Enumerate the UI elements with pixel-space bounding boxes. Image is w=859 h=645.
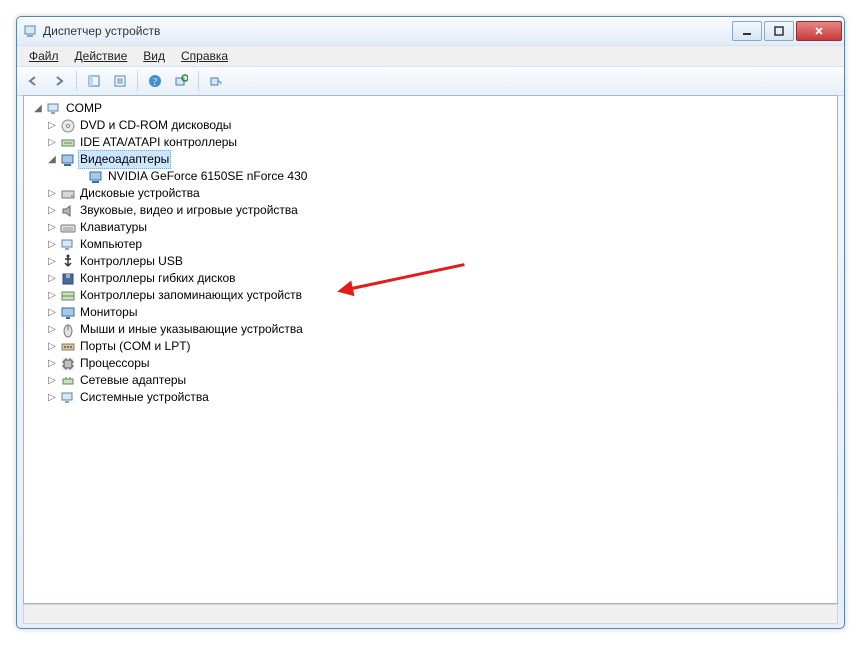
expand-icon[interactable]: ▷ [46, 253, 58, 270]
tree-item[interactable]: ▷ Порты (COM и LPT) [46, 338, 835, 355]
tree-item[interactable]: ▷ Дисковые устройства [46, 185, 835, 202]
tree-root[interactable]: ◢ COMP [32, 100, 835, 117]
expand-icon[interactable]: ▷ [46, 270, 58, 287]
back-button[interactable] [21, 69, 45, 93]
tree-item-label: Системные устройства [78, 389, 211, 406]
computer-icon [46, 101, 62, 117]
expand-icon[interactable]: ▷ [46, 236, 58, 253]
expand-icon[interactable]: ▷ [46, 321, 58, 338]
sound-icon [60, 203, 76, 219]
tree-item-label: Звуковые, видео и игровые устройства [78, 202, 300, 219]
expand-icon[interactable]: ▷ [46, 338, 58, 355]
expand-icon[interactable]: ▷ [46, 287, 58, 304]
port-icon [60, 339, 76, 355]
svg-text:?: ? [153, 77, 158, 88]
tree-item[interactable]: ▷ Контроллеры USB [46, 253, 835, 270]
menubar: Файл Действие Вид Справка [17, 45, 844, 67]
tree-item[interactable]: ▷ Контроллеры гибких дисков [46, 270, 835, 287]
tree-root-label: COMP [64, 100, 104, 117]
disc-icon [60, 118, 76, 134]
computer-icon [60, 237, 76, 253]
tree-item-label: Мыши и иные указывающие устройства [78, 321, 305, 338]
expand-icon[interactable]: ▷ [46, 355, 58, 372]
tree-item-label: Контроллеры USB [78, 253, 185, 270]
display-adapter-icon [60, 152, 76, 168]
tree-item-label: DVD и CD-ROM дисководы [78, 117, 233, 134]
expand-icon[interactable]: ▷ [46, 185, 58, 202]
tree-item[interactable]: ◢ Видеоадаптеры [46, 151, 835, 168]
menu-view[interactable]: Вид [135, 47, 173, 65]
forward-button[interactable] [47, 69, 71, 93]
close-button[interactable] [796, 21, 842, 41]
monitor-icon [60, 305, 76, 321]
expand-icon[interactable]: ▷ [46, 219, 58, 236]
expand-icon[interactable]: ▷ [46, 134, 58, 151]
floppy-icon [60, 271, 76, 287]
tree-child-label: NVIDIA GeForce 6150SE nForce 430 [106, 168, 309, 185]
tree-item[interactable]: ▷ Процессоры [46, 355, 835, 372]
system-icon [60, 390, 76, 406]
tree-item[interactable]: ▷ Компьютер [46, 236, 835, 253]
tree-item[interactable]: ▷ DVD и CD-ROM дисководы [46, 117, 835, 134]
statusbar [23, 604, 838, 624]
expand-icon[interactable]: ◢ [46, 151, 58, 168]
tree-item-label: Порты (COM и LPT) [78, 338, 193, 355]
expand-icon[interactable]: ▷ [46, 304, 58, 321]
menu-help[interactable]: Справка [173, 47, 236, 65]
maximize-button[interactable] [764, 21, 794, 41]
network-icon [60, 373, 76, 389]
app-icon [23, 23, 39, 39]
mouse-icon [60, 322, 76, 338]
properties-button[interactable] [108, 69, 132, 93]
device-manager-window: Диспетчер устройств Файл Действие Вид Сп… [16, 16, 845, 629]
toolbar: ? [17, 67, 844, 96]
tree-item[interactable]: ▷ Мыши и иные указывающие устройства [46, 321, 835, 338]
help-button[interactable]: ? [143, 69, 167, 93]
minimize-button[interactable] [732, 21, 762, 41]
window-title: Диспетчер устройств [43, 24, 160, 38]
tree-item[interactable]: ▷ Клавиатуры [46, 219, 835, 236]
usb-icon [60, 254, 76, 270]
expand-icon[interactable]: ▷ [46, 389, 58, 406]
collapse-icon[interactable]: ◢ [32, 100, 44, 117]
show-hide-console-tree-button[interactable] [82, 69, 106, 93]
tree-item-label: IDE ATA/ATAPI контроллеры [78, 134, 239, 151]
toolbar-separator [76, 71, 77, 91]
scan-hardware-button[interactable] [169, 69, 193, 93]
tree-item-label: Контроллеры запоминающих устройств [78, 287, 304, 304]
tree-item[interactable]: ▷ Звуковые, видео и игровые устройства [46, 202, 835, 219]
tree-item-label: Контроллеры гибких дисков [78, 270, 238, 287]
show-hidden-devices-button[interactable] [204, 69, 228, 93]
expand-icon[interactable]: ▷ [46, 372, 58, 389]
tree-content[interactable]: ◢ COMP ▷ DVD и CD-ROM дисководы ▷ IDE ATA/ATA… [23, 95, 838, 604]
expand-icon[interactable]: ▷ [46, 202, 58, 219]
titlebar[interactable]: Диспетчер устройств [17, 17, 844, 45]
tree-item-label: Сетевые адаптеры [78, 372, 188, 389]
tree-item[interactable]: ▷ Мониторы [46, 304, 835, 321]
storage-icon [60, 288, 76, 304]
drive-icon [60, 186, 76, 202]
toolbar-separator [198, 71, 199, 91]
tree-item-label: Мониторы [78, 304, 139, 321]
keyboard-icon [60, 220, 76, 236]
tree-item[interactable]: ▷ IDE ATA/ATAPI контроллеры [46, 134, 835, 151]
expand-icon[interactable]: ▷ [46, 117, 58, 134]
tree-item-label: Видеоадаптеры [78, 150, 171, 169]
tree-item-label: Дисковые устройства [78, 185, 202, 202]
menu-action[interactable]: Действие [67, 47, 136, 65]
tree-child-item[interactable]: NVIDIA GeForce 6150SE nForce 430 [74, 168, 835, 185]
ide-icon [60, 135, 76, 151]
tree-item-label: Компьютер [78, 236, 144, 253]
tree-item-label: Клавиатуры [78, 219, 149, 236]
tree-item[interactable]: ▷ Контроллеры запоминающих устройств [46, 287, 835, 304]
cpu-icon [60, 356, 76, 372]
menu-file[interactable]: Файл [21, 47, 67, 65]
tree-item[interactable]: ▷ Системные устройства [46, 389, 835, 406]
tree-item[interactable]: ▷ Сетевые адаптеры [46, 372, 835, 389]
tree-item-label: Процессоры [78, 355, 152, 372]
toolbar-separator [137, 71, 138, 91]
display-adapter-icon [88, 169, 104, 185]
